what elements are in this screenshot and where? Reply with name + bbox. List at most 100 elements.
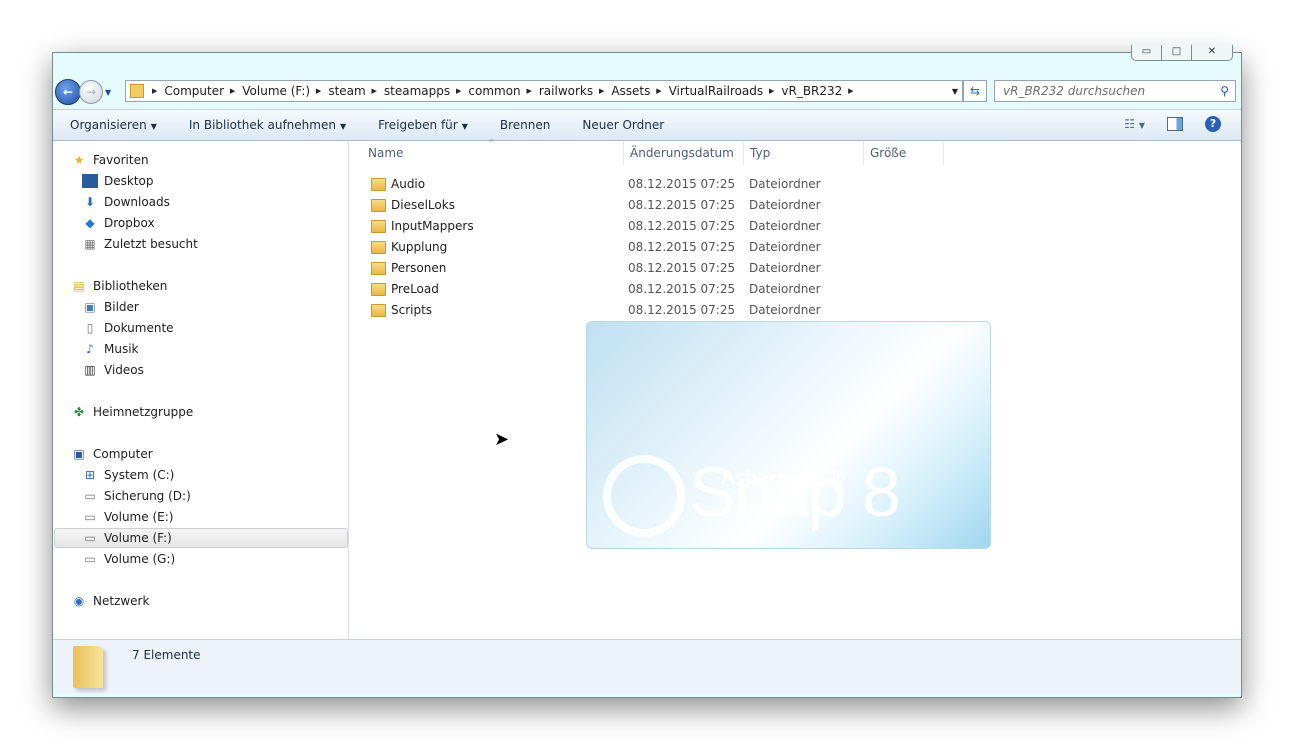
sidebar-favorites[interactable]: ★ Favoriten (71, 150, 149, 170)
chevron-right-icon[interactable]: ▶ (152, 87, 157, 95)
breadcrumb-steamapps[interactable]: steamapps ▶ (384, 84, 468, 98)
sidebar-item-documents[interactable]: ▯ Dokumente (82, 318, 174, 338)
network-icon: ◉ (73, 594, 85, 608)
sidebar-item-drive-e[interactable]: ▭ Volume (E:) (82, 507, 173, 527)
view-options-button[interactable]: ☷ ▼ (1124, 117, 1145, 131)
breadcrumb-computer[interactable]: Computer ▶ (164, 84, 242, 98)
close-button[interactable]: ✕ (1192, 45, 1232, 60)
sidebar-item-drive-g[interactable]: ▭ Volume (G:) (82, 549, 175, 569)
minimize-button[interactable]: ▭ (1132, 45, 1162, 60)
share-with-button[interactable]: Freigeben für ▼ (361, 118, 483, 132)
preview-pane-button[interactable] (1167, 117, 1183, 131)
drive-icon: ▭ (84, 552, 96, 566)
camera-shutter-icon (603, 455, 685, 537)
folder-icon (371, 282, 386, 296)
desktop-icon (82, 174, 98, 188)
breadcrumb-volume-f[interactable]: Volume (F:) ▶ (242, 84, 328, 98)
sidebar-network[interactable]: ◉ Netzwerk (71, 591, 150, 611)
file-type: Dateiordner (749, 177, 821, 191)
sidebar-item-pictures[interactable]: ▣ Bilder (82, 297, 139, 317)
file-type: Dateiordner (749, 240, 821, 254)
sidebar-item-drive-f[interactable]: ▭ Volume (F:) (54, 528, 348, 548)
folder-icon (371, 177, 386, 191)
sidebar-item-drive-d[interactable]: ▭ Sicherung (D:) (82, 486, 190, 506)
file-row[interactable]: InputMappers (371, 216, 474, 236)
sidebar-item-recent[interactable]: ▦ Zuletzt besucht (82, 234, 198, 254)
sidebar-item-dropbox[interactable]: ◆ Dropbox (82, 213, 154, 233)
drive-icon: ▭ (84, 489, 96, 503)
sidebar-item-music[interactable]: ♪ Musik (82, 339, 138, 359)
recent-pages-dropdown[interactable]: ▼ (105, 88, 111, 97)
maximize-button[interactable]: □ (1162, 45, 1192, 60)
file-type: Dateiordner (749, 219, 821, 233)
pictures-icon: ▣ (84, 300, 96, 314)
star-icon: ★ (73, 153, 85, 167)
search-input[interactable]: vR_BR232 durchsuchen ⚲ (994, 80, 1236, 102)
sidebar-libraries[interactable]: ▤ Bibliotheken (71, 276, 167, 296)
folder-icon (371, 261, 386, 275)
file-date: 08.12.2015 07:25 (628, 240, 736, 254)
back-button[interactable]: ← (55, 79, 81, 105)
navigation-pane: ★ Favoriten Desktop ⬇ Downloads ◆ Dropbox ▦… (53, 141, 349, 639)
breadcrumb-virtualrailroads[interactable]: VirtualRailroads ▶ (669, 84, 782, 98)
sort-up-icon: ^ (488, 138, 495, 147)
file-date: 08.12.2015 07:25 (628, 282, 736, 296)
folder-icon (371, 219, 386, 233)
file-row[interactable]: PreLoad (371, 279, 439, 299)
splash-product: Snap 8 (689, 453, 901, 531)
column-date[interactable]: Änderungsdatum (624, 141, 744, 165)
address-dropdown[interactable]: ▼ (952, 87, 958, 96)
search-icon[interactable]: ⚲ (1220, 81, 1229, 101)
breadcrumb-common[interactable]: common ▶ (468, 84, 538, 98)
file-row[interactable]: Personen (371, 258, 446, 278)
folder-icon (371, 240, 386, 254)
file-type: Dateiordner (749, 303, 821, 317)
file-row[interactable]: Scripts (371, 300, 432, 320)
file-type: Dateiordner (749, 282, 821, 296)
file-row[interactable]: DieselLoks (371, 195, 455, 215)
forward-button[interactable]: → (79, 80, 103, 104)
file-row[interactable]: Kupplung (371, 237, 447, 257)
folder-icon (371, 303, 386, 317)
folder-icon (73, 646, 103, 688)
file-type: Dateiordner (749, 261, 821, 275)
file-date: 08.12.2015 07:25 (628, 303, 736, 317)
details-pane: 7 Elemente (53, 639, 1241, 693)
breadcrumb-vr-br232[interactable]: vR_BR232 ▶ (781, 84, 860, 98)
item-count: 7 Elemente (132, 648, 201, 662)
sidebar-computer[interactable]: ▣ Computer (71, 444, 152, 464)
help-icon[interactable]: ? (1205, 116, 1221, 132)
sidebar-item-drive-c[interactable]: ⊞ System (C:) (82, 465, 174, 485)
breadcrumb-railworks[interactable]: railworks ▶ (539, 84, 611, 98)
libraries-icon: ▤ (73, 279, 85, 293)
address-bar[interactable]: ▶ Computer ▶ Volume (F:) ▶ steam ▶ steam… (125, 80, 963, 102)
file-row[interactable]: Audio (371, 174, 425, 194)
breadcrumb-steam[interactable]: steam ▶ (328, 84, 384, 98)
caption-buttons: ▭ □ ✕ (1131, 45, 1233, 61)
file-type: Dateiordner (749, 198, 821, 212)
sidebar-homegroup[interactable]: ✤ Heimnetzgruppe (71, 402, 193, 422)
breadcrumb-assets[interactable]: Assets ▶ (611, 84, 668, 98)
ashampoo-snap-splash: Ashampoo® Snap 8 (586, 321, 991, 549)
file-date: 08.12.2015 07:25 (628, 177, 736, 191)
sidebar-item-downloads[interactable]: ⬇ Downloads (82, 192, 170, 212)
file-date: 08.12.2015 07:25 (628, 219, 736, 233)
organize-button[interactable]: Organisieren ▼ (53, 118, 172, 132)
mouse-cursor-icon: ➤ (494, 429, 510, 450)
downloads-icon: ⬇ (84, 195, 96, 209)
sidebar-item-desktop[interactable]: Desktop (82, 171, 154, 191)
command-bar: Organisieren ▼ In Bibliothek aufnehmen ▼ F… (53, 109, 1241, 141)
nav-buttons: ← → ▼ (55, 79, 111, 105)
column-headers: Name Änderungsdatum Typ Größe ^ (350, 138, 1241, 165)
column-size[interactable]: Größe (864, 141, 944, 165)
new-folder-button[interactable]: Neuer Ordner (565, 118, 679, 132)
column-type[interactable]: Typ (744, 141, 864, 165)
burn-button[interactable]: Brennen (483, 118, 565, 132)
refresh-button[interactable]: ⇆ (963, 80, 987, 102)
videos-icon: ▥ (84, 363, 96, 377)
include-in-library-button[interactable]: In Bibliothek aufnehmen ▼ (172, 118, 361, 132)
folder-icon (130, 84, 144, 98)
sidebar-item-videos[interactable]: ▥ Videos (82, 360, 144, 380)
dropbox-icon: ◆ (85, 216, 95, 230)
file-date: 08.12.2015 07:25 (628, 261, 736, 275)
